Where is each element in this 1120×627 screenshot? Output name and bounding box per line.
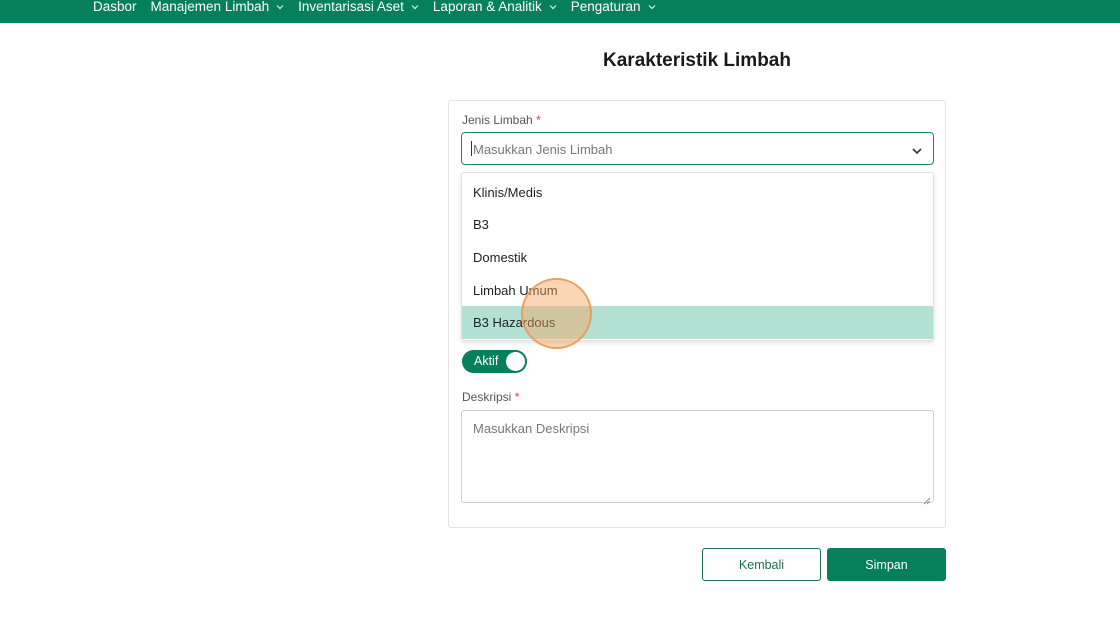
form-card: Jenis Limbah * Masukkan Jenis Limbah Kli… bbox=[448, 100, 946, 528]
nav-item-pengaturan[interactable]: Pengaturan bbox=[571, 0, 656, 14]
nav-item-label: Inventarisasi Aset bbox=[298, 0, 404, 14]
nav-item-label: Dasbor bbox=[93, 0, 137, 14]
page-title: Karakteristik Limbah bbox=[603, 50, 791, 71]
nav-item-dasbor[interactable]: Dasbor bbox=[93, 0, 137, 14]
deskripsi-textarea[interactable]: Masukkan Deskripsi bbox=[461, 410, 934, 505]
dropdown-option-b3[interactable]: B3 bbox=[462, 209, 933, 242]
status-toggle-label: Aktif bbox=[474, 354, 499, 368]
required-mark: * bbox=[536, 113, 541, 127]
deskripsi-label: Deskripsi * bbox=[462, 390, 519, 404]
chevron-down-icon bbox=[549, 3, 557, 11]
back-button[interactable]: Kembali bbox=[702, 548, 821, 581]
dropdown-option-klinis-medis[interactable]: Klinis/Medis bbox=[462, 176, 933, 209]
jenis-limbah-dropdown: Klinis/Medis B3 Domestik Limbah Umum B3 … bbox=[461, 172, 934, 341]
deskripsi-label-text: Deskripsi bbox=[462, 390, 512, 404]
save-button[interactable]: Simpan bbox=[827, 548, 946, 581]
deskripsi-placeholder: Masukkan Deskripsi bbox=[473, 421, 590, 436]
nav-item-manajemen-limbah[interactable]: Manajemen Limbah bbox=[151, 0, 285, 14]
status-toggle[interactable]: Aktif bbox=[462, 350, 527, 373]
resize-handle-icon[interactable] bbox=[923, 492, 931, 505]
chevron-down-icon bbox=[411, 3, 419, 11]
text-cursor bbox=[471, 141, 472, 156]
nav-item-label: Pengaturan bbox=[570, 0, 641, 14]
toggle-knob bbox=[506, 352, 525, 371]
jenis-limbah-select[interactable]: Masukkan Jenis Limbah bbox=[461, 132, 934, 165]
chevron-down-icon[interactable] bbox=[911, 144, 923, 156]
nav-item-inventarisasi-aset[interactable]: Inventarisasi Aset bbox=[298, 0, 419, 14]
required-mark: * bbox=[514, 390, 520, 404]
jenis-limbah-placeholder: Masukkan Jenis Limbah bbox=[473, 142, 613, 157]
dropdown-option-domestik[interactable]: Domestik bbox=[462, 241, 933, 274]
nav-item-label: Manajemen Limbah bbox=[150, 0, 270, 14]
chevron-down-icon bbox=[276, 3, 284, 11]
top-navigation-bar: Dasbor Manajemen Limbah Inventarisasi As… bbox=[0, 0, 1120, 23]
nav-item-laporan-analitik[interactable]: Laporan & Analitik bbox=[433, 0, 557, 14]
jenis-limbah-label: Jenis Limbah * bbox=[462, 113, 541, 127]
dropdown-option-limbah-umum[interactable]: Limbah Umum bbox=[462, 274, 933, 307]
chevron-down-icon bbox=[648, 3, 656, 11]
nav-item-label: Laporan & Analitik bbox=[432, 0, 542, 14]
jenis-limbah-label-text: Jenis Limbah bbox=[462, 113, 533, 127]
dropdown-option-b3-hazardous[interactable]: B3 Hazardous bbox=[462, 306, 933, 339]
